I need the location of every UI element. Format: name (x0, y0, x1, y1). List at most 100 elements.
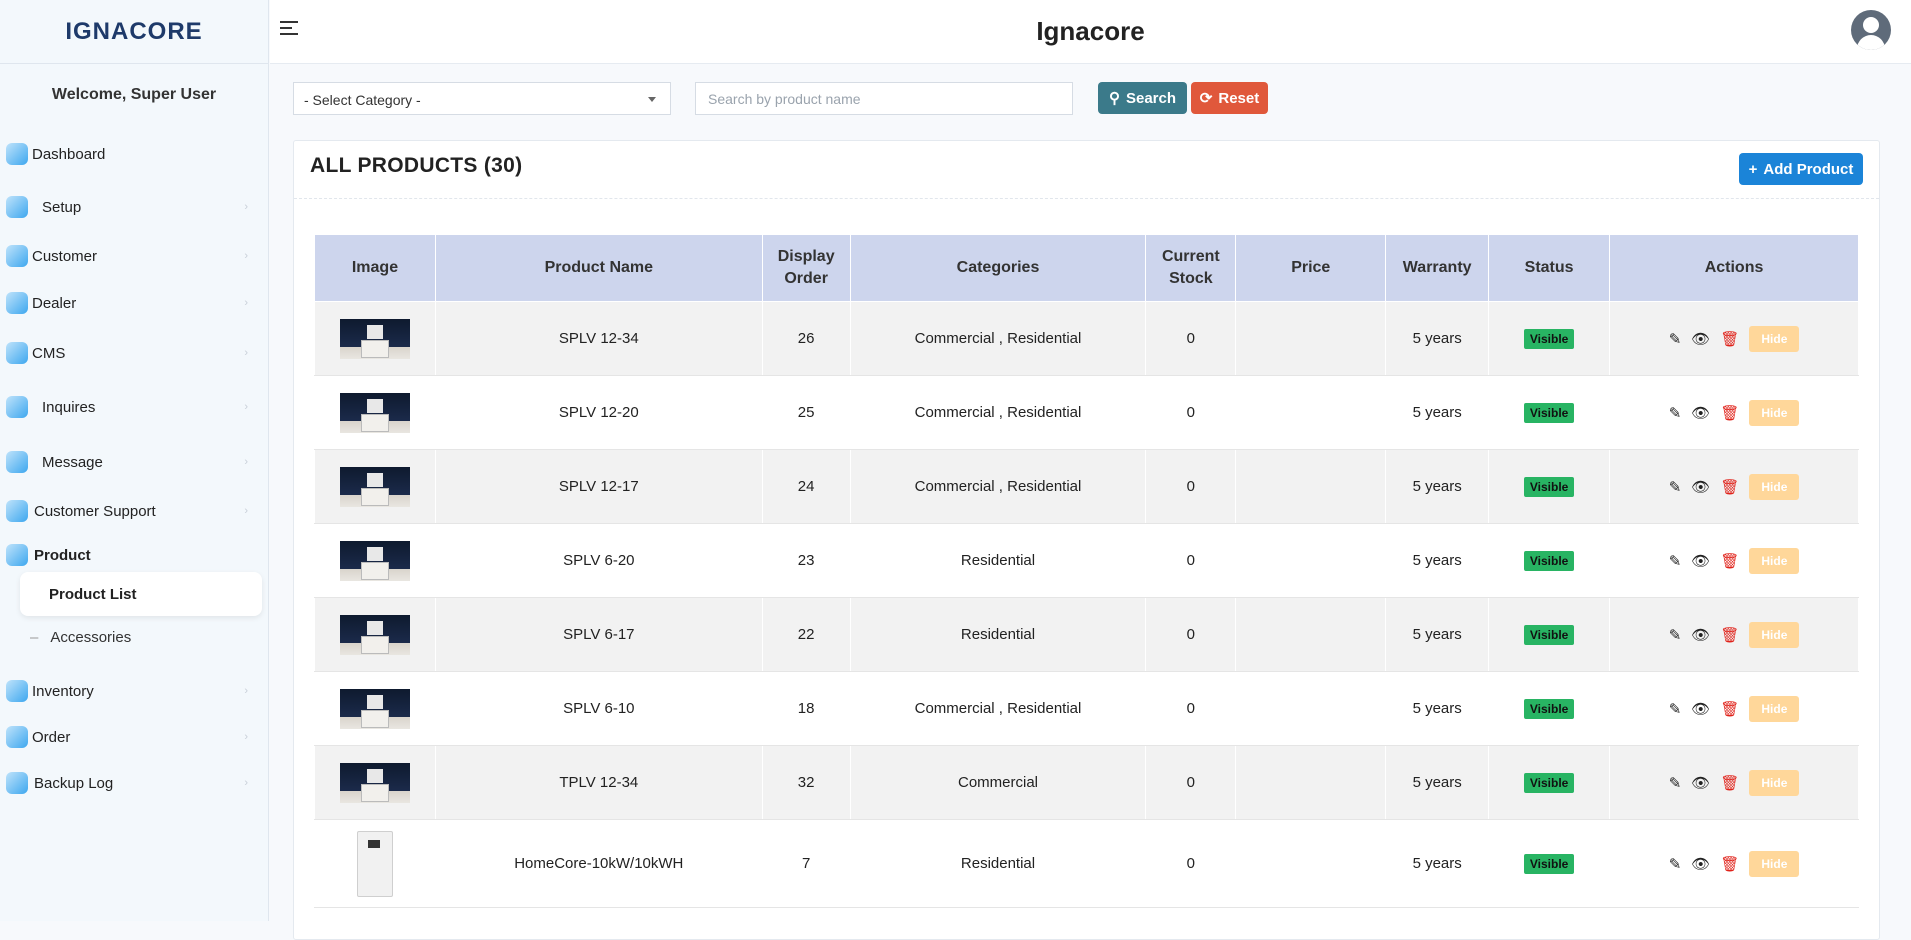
view-icon[interactable]: 👁 (1691, 552, 1710, 570)
product-name: TPLV 12-34 (434, 745, 763, 820)
status-cell: Visible (1488, 819, 1611, 908)
delete-icon[interactable]: 🗑 (1720, 626, 1739, 644)
products-title: ALL PRODUCTS (30) (310, 154, 523, 177)
column-header[interactable]: Image (314, 234, 436, 302)
view-icon[interactable]: 👁 (1691, 855, 1710, 873)
status-cell: Visible (1488, 375, 1611, 450)
edit-icon[interactable]: ✎ (1669, 855, 1682, 873)
column-header[interactable]: Current Stock (1145, 234, 1237, 302)
delete-icon[interactable]: 🗑 (1720, 330, 1739, 348)
sidebar-item-message[interactable]: Message › (6, 447, 256, 477)
category-select[interactable]: - Select Category - (293, 82, 671, 115)
search-input[interactable] (695, 82, 1073, 115)
categories: Commercial , Residential (849, 301, 1147, 376)
column-header[interactable]: Product Name (434, 234, 763, 302)
categories: Residential (849, 819, 1147, 908)
topbar: Ignacore (270, 0, 1911, 64)
sidebar-item-customer-support[interactable]: Customer Support › (6, 496, 256, 526)
actions-cell: ✎ 👁 🗑 Hide (1609, 745, 1859, 820)
sidebar-item-order[interactable]: Order › (6, 722, 256, 752)
delete-icon[interactable]: 🗑 (1720, 478, 1739, 496)
sidebar-item-backup-log[interactable]: Backup Log › (6, 768, 256, 798)
column-header[interactable]: Price (1235, 234, 1387, 302)
hide-button[interactable]: Hide (1749, 695, 1800, 722)
delete-icon[interactable]: 🗑 (1720, 855, 1739, 873)
sidebar-item-dashboard[interactable]: Dashboard (6, 139, 256, 169)
status-cell: Visible (1488, 449, 1611, 524)
card-header: ALL PRODUCTS (30) + Add Product (294, 141, 1879, 199)
view-icon[interactable]: 👁 (1691, 478, 1710, 496)
sidebar-subitem-product-list[interactable]: Product List (20, 572, 262, 616)
column-header[interactable]: Display Order (761, 234, 851, 302)
app-logo[interactable]: IGNACORE (0, 0, 268, 64)
image-cell (314, 597, 436, 672)
current-stock: 0 (1145, 819, 1237, 908)
dashboard-icon (6, 143, 28, 165)
hide-button[interactable]: Hide (1749, 325, 1800, 352)
search-button[interactable]: ⚲ Search (1098, 82, 1187, 114)
delete-icon[interactable]: 🗑 (1720, 774, 1739, 792)
product-icon (6, 544, 28, 566)
delete-icon[interactable]: 🗑 (1720, 700, 1739, 718)
edit-icon[interactable]: ✎ (1669, 330, 1682, 348)
cart-icon (6, 726, 28, 748)
edit-icon[interactable]: ✎ (1669, 700, 1682, 718)
product-name: SPLV 6-20 (434, 523, 763, 598)
display-order: 22 (761, 597, 851, 672)
warranty: 5 years (1385, 745, 1490, 820)
edit-icon[interactable]: ✎ (1669, 626, 1682, 644)
hide-button[interactable]: Hide (1749, 621, 1800, 648)
image-cell (314, 449, 436, 524)
categories: Commercial , Residential (849, 671, 1147, 746)
status-badge: Visible (1523, 328, 1575, 349)
display-order: 24 (761, 449, 851, 524)
sidebar-subitem-accessories[interactable]: – Accessories (30, 627, 131, 647)
view-icon[interactable]: 👁 (1691, 404, 1710, 422)
view-icon[interactable]: 👁 (1691, 774, 1710, 792)
chevron-right-icon: › (244, 777, 248, 789)
display-order: 32 (761, 745, 851, 820)
sidebar-item-dealer[interactable]: Dealer › (6, 288, 256, 318)
column-header[interactable]: Warranty (1385, 234, 1490, 302)
table-row: HomeCore-10kW/10kWH 7 Residential 0 5 years V… (314, 819, 1859, 908)
view-icon[interactable]: 👁 (1691, 700, 1710, 718)
actions-cell: ✎ 👁 🗑 Hide (1609, 375, 1859, 450)
view-icon[interactable]: 👁 (1691, 626, 1710, 644)
support-icon (6, 500, 28, 522)
image-cell (314, 375, 436, 450)
sidebar-item-inquires[interactable]: Inquires › (6, 392, 256, 422)
sidebar-item-cms[interactable]: CMS › (6, 338, 256, 368)
edit-icon[interactable]: ✎ (1669, 552, 1682, 570)
sidebar-item-product[interactable]: Product (6, 540, 256, 570)
welcome-text: Welcome, Super User (51, 86, 217, 103)
image-cell (314, 819, 436, 908)
column-header[interactable]: Status (1488, 234, 1611, 302)
status-cell: Visible (1488, 745, 1611, 820)
column-header: Actions (1609, 234, 1859, 302)
hide-button[interactable]: Hide (1749, 473, 1800, 500)
add-product-button[interactable]: + Add Product (1739, 153, 1863, 185)
edit-icon[interactable]: ✎ (1669, 478, 1682, 496)
categories: Commercial , Residential (849, 375, 1147, 450)
column-header[interactable]: Categories (849, 234, 1147, 302)
delete-icon[interactable]: 🗑 (1720, 552, 1739, 570)
hide-button[interactable]: Hide (1749, 399, 1800, 426)
avatar[interactable] (1851, 10, 1891, 50)
products-table: Image Product Name Display Order Categori… (314, 234, 1859, 908)
edit-icon[interactable]: ✎ (1669, 774, 1682, 792)
delete-icon[interactable]: 🗑 (1720, 404, 1739, 422)
warranty: 5 years (1385, 301, 1490, 376)
plus-icon: + (1748, 160, 1758, 178)
sidebar-item-customer[interactable]: Customer › (6, 241, 256, 271)
reset-button[interactable]: ⟳ Reset (1191, 82, 1268, 114)
product-image (339, 762, 410, 803)
hide-button[interactable]: Hide (1749, 850, 1800, 877)
hide-button[interactable]: Hide (1749, 769, 1800, 796)
sidebar-item-inventory[interactable]: Inventory › (6, 676, 256, 706)
view-icon[interactable]: 👁 (1691, 330, 1710, 348)
current-stock: 0 (1145, 597, 1237, 672)
sidebar-item-setup[interactable]: Setup › (6, 192, 256, 222)
edit-icon[interactable]: ✎ (1669, 404, 1682, 422)
hide-button[interactable]: Hide (1749, 547, 1800, 574)
current-stock: 0 (1145, 375, 1237, 450)
